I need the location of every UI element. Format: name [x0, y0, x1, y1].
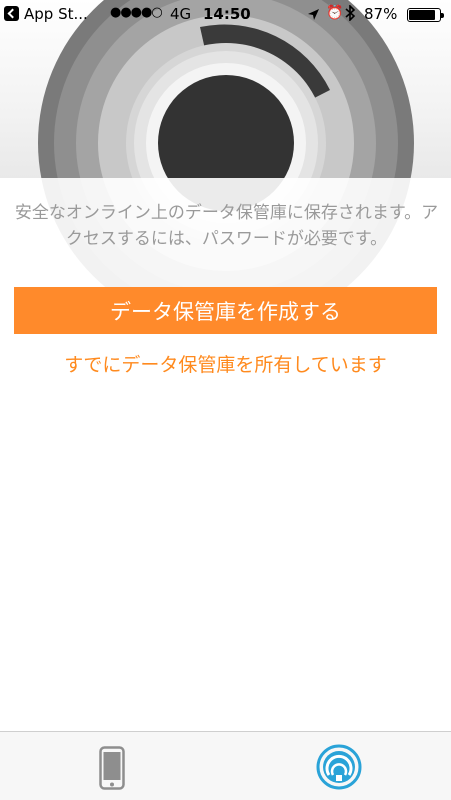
already-have-vault-link[interactable]: すでにデータ保管庫を所有しています [14, 350, 437, 377]
carrier-label[interactable]: App St... [24, 5, 88, 23]
alarm-clock-icon: ⏰ [326, 5, 344, 21]
network-type: 4G [170, 5, 192, 23]
status-time: 14:50 [203, 5, 251, 23]
vault-description: 安全なオンライン上のデータ保管庫に保存されます。アクセスするには、パスワードが必… [14, 203, 439, 249]
vault-signal-icon [316, 744, 362, 790]
tab-bar [0, 731, 451, 800]
vault-rings-illustration [0, 0, 451, 330]
create-vault-button[interactable]: データ保管庫を作成する [14, 287, 437, 334]
battery-percent: 87% [364, 5, 398, 23]
battery-icon [407, 8, 444, 22]
bluetooth-icon [345, 4, 356, 25]
signal-strength: ●●●●○ [110, 5, 163, 20]
smartphone-icon [99, 746, 125, 790]
battery-nub [441, 13, 444, 18]
back-arrow-icon[interactable] [4, 6, 19, 21]
status-bar: App St... ●●●●○ 4G 14:50 ⏰ 87% [0, 0, 451, 28]
battery-fill [409, 10, 436, 20]
tab-phone[interactable] [0, 732, 225, 800]
location-arrow-icon [307, 7, 320, 25]
tab-vault[interactable] [226, 732, 451, 800]
